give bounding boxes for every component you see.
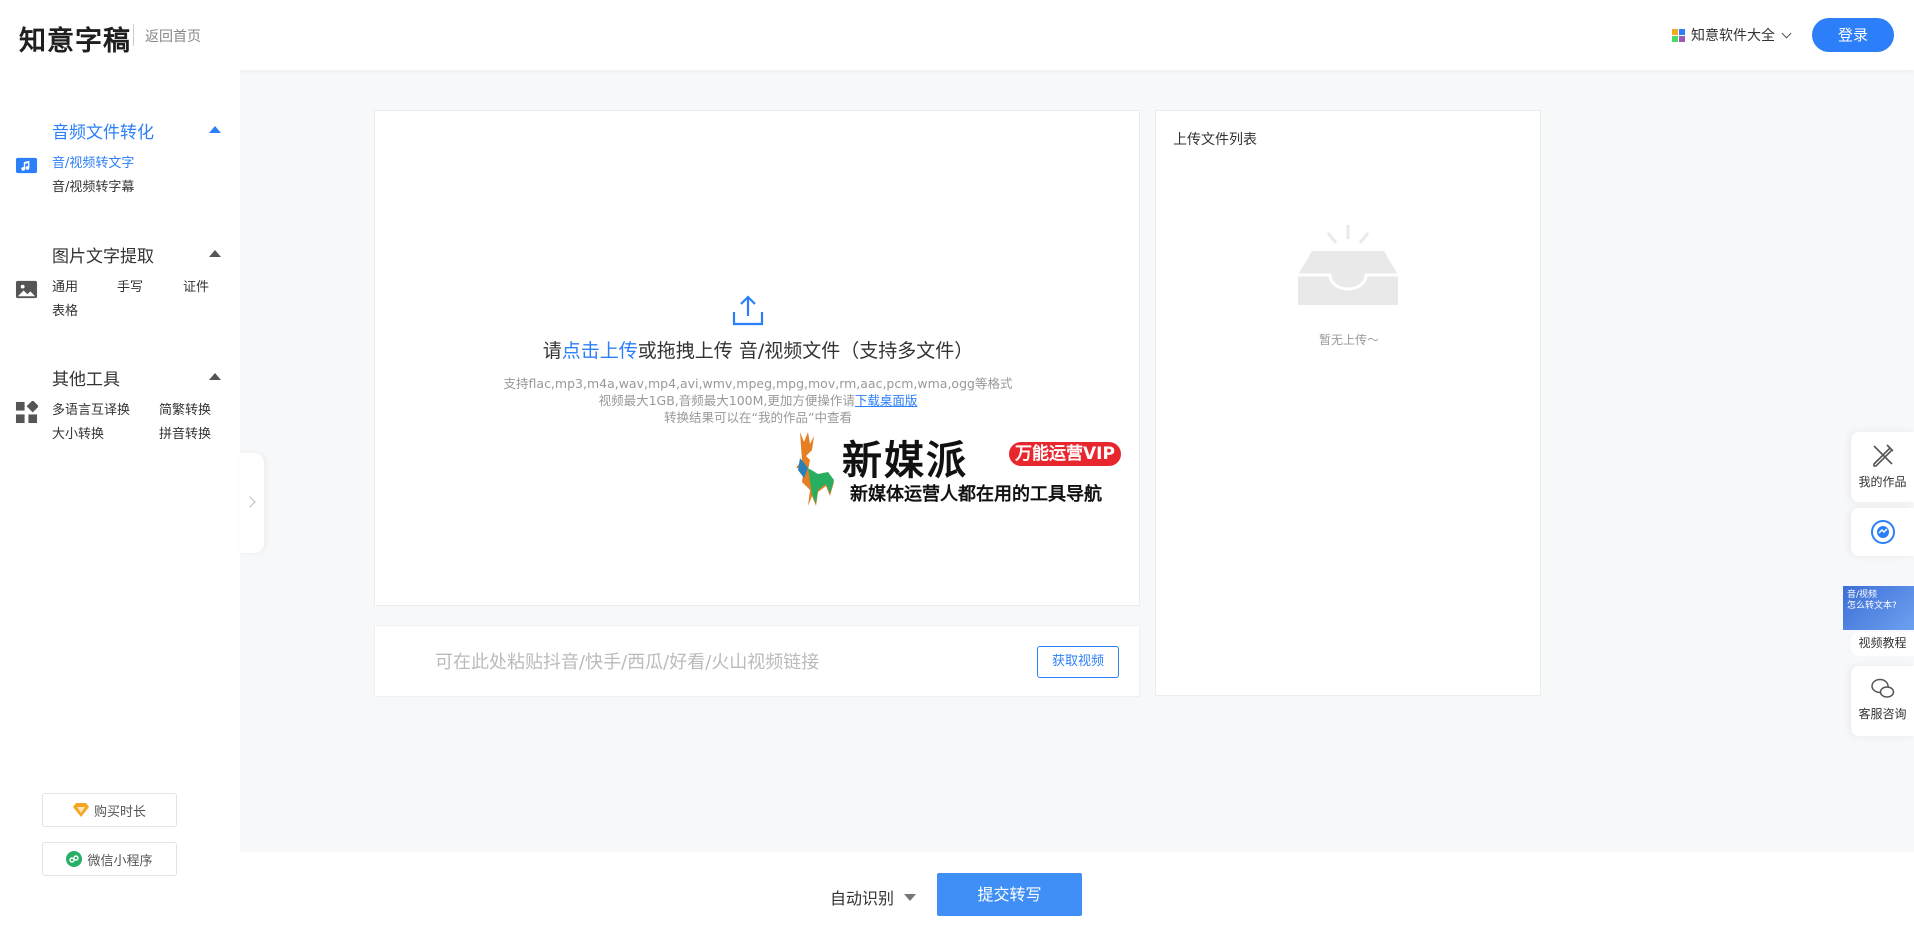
chevron-down-icon	[1781, 28, 1792, 38]
mini-program-button[interactable]: 微信小程序	[42, 842, 177, 876]
link-simp-trad[interactable]: 简繁转换	[159, 399, 211, 418]
thumb-line-1: 音/视频	[1847, 590, 1878, 600]
link-pinyin[interactable]: 拼音转换	[159, 423, 211, 442]
file-list-title: 上传文件列表	[1173, 132, 1257, 148]
customer-service-label: 客服咨询	[1858, 707, 1907, 721]
upload-dropzone[interactable]: 请点击上传或拖拽上传 音/视频文件（支持多文件） 支持flac,mp3,m4a,…	[374, 110, 1140, 606]
fetch-video-button[interactable]: 获取视频	[1037, 646, 1119, 678]
sidebar-toggle[interactable]	[240, 453, 264, 553]
apps-grid-icon	[1672, 28, 1685, 42]
sidebar: 音频文件转化 音/视频转文字 音/视频转字幕 图片文字提取 通用 手写 证件 表…	[0, 70, 240, 936]
music-file-icon	[15, 157, 38, 174]
login-button[interactable]: 登录	[1812, 18, 1894, 52]
submit-transcribe-button[interactable]: 提交转写	[937, 873, 1082, 916]
buy-time-label: 购买时长	[93, 804, 146, 820]
video-tutorial-thumbnail[interactable]: 音/视频 怎么转文本?	[1843, 586, 1914, 630]
language-select-value: 自动识别	[830, 889, 895, 908]
watermark-logo: 新媒派 万能运营VIP 新媒体运营人都在用的工具导航	[780, 428, 1135, 510]
ai-assistant-button[interactable]	[1851, 508, 1914, 556]
link-general[interactable]: 通用	[52, 276, 78, 295]
my-works-button[interactable]: 我的作品	[1851, 432, 1914, 502]
apps-grid-icon	[15, 401, 38, 424]
app-logo[interactable]: 知意字稿	[19, 19, 131, 58]
empty-state-text: 暂无上传～	[1318, 333, 1379, 347]
click-upload-link[interactable]: 点击上传	[562, 340, 638, 362]
deer-logo-icon	[796, 432, 834, 506]
diamond-icon	[72, 803, 89, 817]
link-case-convert[interactable]: 大小转换	[52, 423, 104, 442]
video-tutorial-label: 视频教程	[1858, 636, 1907, 650]
collapse-caret-icon[interactable]	[209, 373, 221, 380]
sidebar-group-title[interactable]: 其他工具	[52, 365, 120, 390]
download-desktop-link[interactable]: 下载桌面版	[855, 393, 918, 408]
watermark-title: 新媒派	[842, 438, 968, 484]
video-tutorial-link[interactable]: 视频教程	[1851, 632, 1914, 656]
video-link-panel: 获取视频	[374, 625, 1140, 697]
empty-inbox-icon	[1298, 225, 1398, 305]
watermark-badge: 万能运营VIP	[1009, 442, 1121, 466]
edit-pen-icon	[1872, 444, 1894, 467]
upload-file-list: 上传文件列表 暂无上传～	[1155, 110, 1541, 696]
software-all-menu[interactable]: 知意软件大全	[1672, 25, 1792, 45]
collapse-caret-icon[interactable]	[209, 126, 221, 133]
my-works-label: 我的作品	[1858, 475, 1907, 489]
link-id-card[interactable]: 证件	[183, 276, 209, 295]
result-note: 转换结果可以在“我的作品”中查看	[664, 410, 852, 425]
thumb-line-2: 怎么转文本?	[1847, 601, 1897, 611]
header-divider	[133, 24, 134, 46]
image-icon	[15, 280, 38, 299]
link-translate[interactable]: 多语言互译换	[52, 399, 130, 418]
back-home-link[interactable]: 返回首页	[145, 26, 201, 46]
collapse-caret-icon[interactable]	[209, 250, 221, 257]
software-all-label: 知意软件大全	[1691, 28, 1775, 44]
sidebar-group-title[interactable]: 图片文字提取	[52, 242, 154, 267]
link-av-to-text[interactable]: 音/视频转文字	[52, 152, 134, 171]
video-link-input[interactable]	[435, 644, 1015, 680]
upload-icon	[732, 295, 764, 326]
bottom-action-bar: 自动识别 提交转写	[240, 852, 1914, 936]
caret-down-icon	[904, 893, 917, 901]
chat-bubble-icon	[1870, 678, 1894, 698]
assistant-icon	[1870, 520, 1895, 544]
customer-service-button[interactable]: 客服咨询	[1851, 666, 1914, 736]
watermark-subtitle: 新媒体运营人都在用的工具导航	[850, 484, 1102, 505]
sidebar-group-title[interactable]: 音频文件转化	[52, 118, 154, 143]
language-select[interactable]: 自动识别	[830, 885, 917, 909]
link-table[interactable]: 表格	[52, 300, 78, 319]
buy-time-button[interactable]: 购买时长	[42, 793, 177, 827]
mini-program-icon	[66, 851, 83, 867]
mini-program-label: 微信小程序	[87, 853, 153, 869]
top-header: 知意字稿 返回首页 知意软件大全 登录	[0, 0, 1914, 70]
link-av-to-subtitle[interactable]: 音/视频转字幕	[52, 176, 134, 195]
upload-instruction: 请点击上传或拖拽上传 音/视频文件（支持多文件）	[542, 340, 974, 362]
chevron-right-icon	[244, 496, 256, 508]
link-handwriting[interactable]: 手写	[117, 276, 143, 295]
